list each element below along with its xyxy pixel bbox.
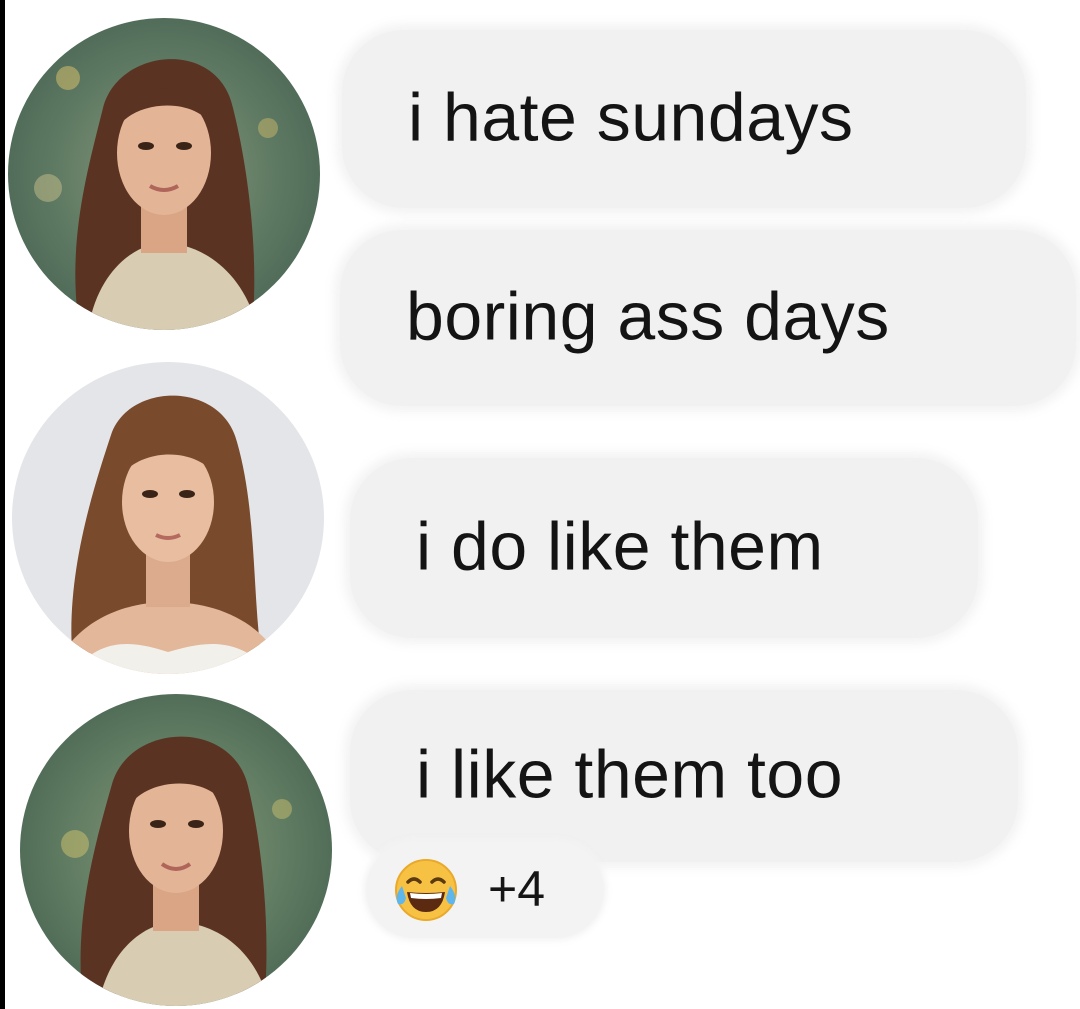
avatar-photo	[12, 362, 324, 674]
avatar[interactable]	[20, 694, 332, 1006]
avatar-photo	[8, 18, 320, 330]
avatar[interactable]	[12, 362, 324, 674]
message-text: i like them too	[416, 736, 844, 813]
message-bubble[interactable]: i like them too	[350, 690, 1018, 862]
tears-of-joy-emoji-icon	[392, 856, 460, 924]
left-edge-bar	[0, 0, 5, 1009]
message-bubble[interactable]: i hate sundays	[342, 30, 1026, 208]
message-text: boring ass days	[406, 278, 890, 355]
message-text: i hate sundays	[408, 79, 854, 156]
avatar[interactable]	[8, 18, 320, 330]
message-text: i do like them	[416, 508, 824, 585]
message-bubble[interactable]: boring ass days	[340, 230, 1076, 406]
reaction-count: +4	[488, 860, 546, 917]
avatar-photo	[20, 694, 332, 1006]
reaction-pill[interactable]: +4	[366, 842, 604, 938]
message-bubble[interactable]: i do like them	[350, 458, 978, 638]
